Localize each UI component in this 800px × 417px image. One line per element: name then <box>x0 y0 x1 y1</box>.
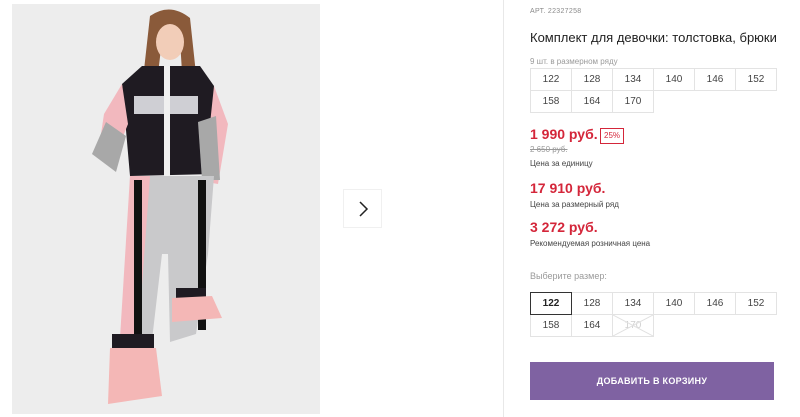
size-option-label: 158 <box>542 320 560 331</box>
retail-price: 3 272 руб. <box>530 219 598 235</box>
unit-price-label: Цена за единицу <box>530 159 593 168</box>
size-option-label: 164 <box>583 320 601 331</box>
product-photo-image <box>12 4 320 414</box>
add-to-cart-button[interactable]: ДОБАВИТЬ В КОРЗИНУ <box>530 362 774 400</box>
size-option[interactable]: 146 <box>694 292 736 315</box>
size-option-label: 134 <box>624 298 642 309</box>
pack-size-cell: 122 <box>530 68 572 91</box>
retail-price-label: Рекомендуемая розничная цена <box>530 239 651 248</box>
unit-price: 1 990 руб. <box>530 126 598 142</box>
size-option[interactable]: 164 <box>571 314 613 337</box>
pack-size-cell: 170 <box>612 90 654 113</box>
size-option[interactable]: 122 <box>530 292 572 315</box>
pack-size-grid: 122 128 134 140 146 152 158 164 170 <box>530 68 777 113</box>
gallery-next-button[interactable] <box>344 190 381 227</box>
old-price: 2 650 руб. <box>530 145 568 154</box>
discount-badge: 25% <box>600 128 625 144</box>
product-page: АРТ. 22327258 Комплект для девочки: толс… <box>0 0 800 417</box>
product-photo[interactable] <box>12 4 320 414</box>
pack-size-cell: 164 <box>571 90 613 113</box>
pack-size-cell: 146 <box>694 68 736 91</box>
size-option[interactable]: 128 <box>571 292 613 315</box>
choose-size-label: Выберите размер: <box>530 271 607 281</box>
unavailable-cross-icon <box>613 315 653 336</box>
pack-size-cell: 134 <box>612 68 654 91</box>
pack-size-cell: 128 <box>571 68 613 91</box>
size-option-label: 122 <box>542 298 560 309</box>
size-option-label: 128 <box>583 298 601 309</box>
size-option[interactable]: 152 <box>735 292 777 315</box>
size-option[interactable]: 134 <box>612 292 654 315</box>
chevron-right-icon <box>358 200 368 217</box>
product-gallery <box>0 0 503 417</box>
size-selector: 122 128 134 140 146 152 158 164 170 <box>530 292 777 337</box>
product-sku: АРТ. 22327258 <box>530 8 582 15</box>
pack-price: 17 910 руб. <box>530 180 606 196</box>
panel-divider <box>503 0 504 417</box>
pack-size-cell: 152 <box>735 68 777 91</box>
size-option-label: 140 <box>665 298 683 309</box>
pack-size-cell: 140 <box>653 68 695 91</box>
product-title: Комплект для девочки: толстовка, брюки <box>530 30 777 45</box>
pack-size-cell: 158 <box>530 90 572 113</box>
size-option[interactable]: 140 <box>653 292 695 315</box>
size-option[interactable]: 158 <box>530 314 572 337</box>
size-option: 170 <box>612 314 654 337</box>
pack-note: 9 шт. в размерном ряду <box>530 57 618 66</box>
pack-price-label: Цена за размерный ряд <box>530 200 619 209</box>
size-option-label: 152 <box>747 298 765 309</box>
size-option-label: 146 <box>706 298 724 309</box>
